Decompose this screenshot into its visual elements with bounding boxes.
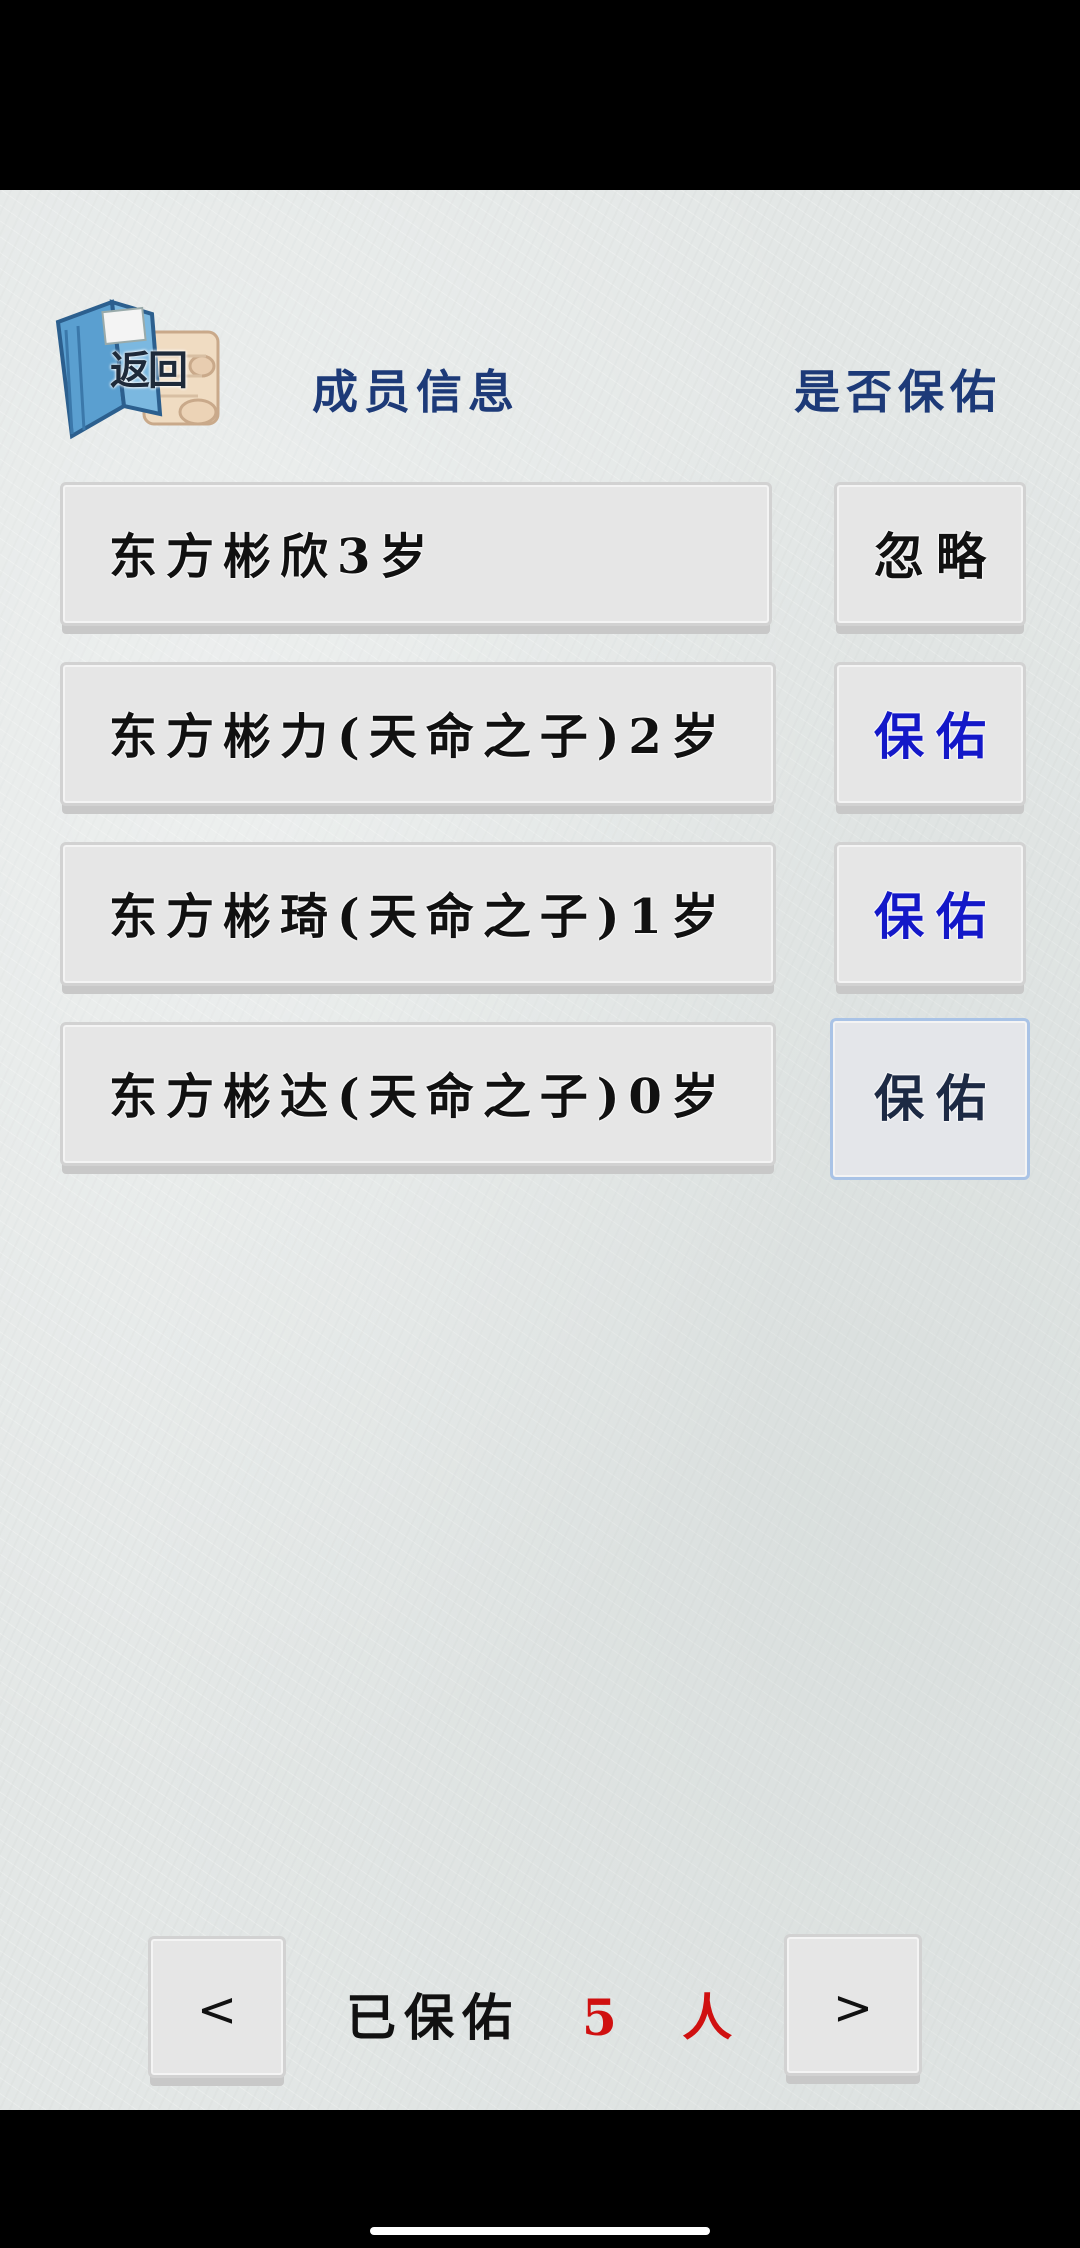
- member-name: 东方彬达(天命之子)0岁: [109, 1069, 728, 1125]
- bless-button-label: 保佑: [874, 707, 998, 766]
- back-button[interactable]: 返回: [52, 296, 242, 446]
- bless-button-3[interactable]: 保佑: [834, 842, 1026, 986]
- prev-page-button[interactable]: <: [148, 1936, 286, 2078]
- blessed-count: 5 人: [582, 1988, 757, 2047]
- member-row-4: 东方彬达(天命之子)0岁: [60, 1022, 776, 1166]
- bless-button-label: 保佑: [874, 887, 998, 946]
- member-name: 东方彬力(天命之子)2岁: [109, 709, 728, 765]
- next-page-button[interactable]: >: [784, 1934, 922, 2076]
- member-row-1: 东方彬欣3岁: [60, 482, 772, 626]
- prev-arrow: <: [196, 1982, 238, 2038]
- blessed-label: 已保佑: [346, 1988, 520, 2047]
- member-name: 东方彬琦(天命之子)1岁: [109, 889, 728, 945]
- bless-button-label: 保佑: [874, 1069, 998, 1128]
- home-indicator[interactable]: [370, 2227, 710, 2235]
- member-info-heading: 成员信息: [312, 365, 520, 419]
- next-arrow: >: [832, 1980, 874, 2036]
- back-label: 返回: [110, 348, 188, 394]
- bless-button-2[interactable]: 保佑: [834, 662, 1026, 806]
- bless-question-heading: 是否保佑: [794, 365, 1002, 419]
- member-name: 东方彬欣3岁: [109, 529, 437, 585]
- status-bar-area: [0, 0, 1080, 190]
- ignore-button-label: 忽略: [874, 527, 998, 586]
- ignore-button[interactable]: 忽略: [834, 482, 1026, 626]
- bless-button-4[interactable]: 保佑: [830, 1018, 1030, 1180]
- member-row-3: 东方彬琦(天命之子)1岁: [60, 842, 776, 986]
- member-row-2: 东方彬力(天命之子)2岁: [60, 662, 776, 806]
